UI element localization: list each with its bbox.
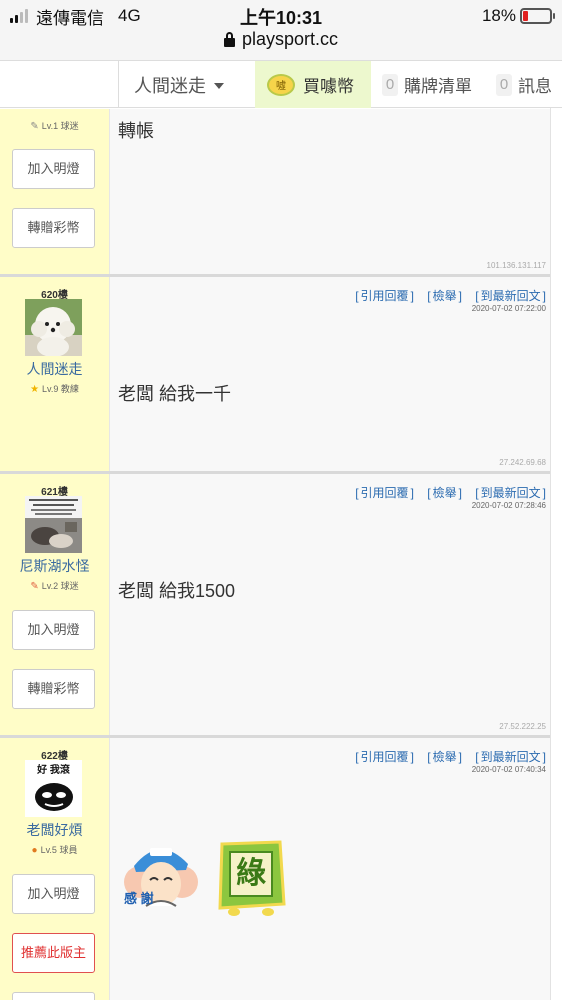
caret-down-icon — [214, 82, 224, 89]
quote-reply-link[interactable]: 引用回覆 — [361, 486, 409, 500]
user-level: ✎ Lv.1 球迷 — [30, 121, 79, 132]
top-nav: 人間迷走 噓 買噱幣 0 購牌清單 0 訊息 — [0, 60, 562, 108]
avatar[interactable] — [25, 496, 82, 553]
avatar[interactable]: 好 我滾 — [25, 760, 82, 817]
nav-divider — [118, 61, 119, 108]
order-count-badge: 0 — [382, 73, 398, 96]
post-sidebar: 622樓 好 我滾 老闆好煩 ● Lv.5 球員 加入明燈 推薦此版主 — [0, 738, 109, 1000]
user-level: ✎ Lv.2 球迷 — [30, 581, 79, 592]
user-level: ● Lv.5 球員 — [31, 845, 78, 856]
post-body: [引用回覆] [檢舉] [到最新回文] 2020-07-02 07:22:00 … — [109, 277, 550, 471]
order-list-tab[interactable]: 0 購牌清單 — [382, 61, 472, 108]
gift-coin-button[interactable]: 轉贈彩幣 — [12, 208, 95, 248]
post-actions: [引用回覆] [檢舉] [到最新回文] — [355, 486, 546, 500]
scroll-gutter — [550, 108, 562, 1000]
report-link[interactable]: 檢舉 — [433, 486, 457, 500]
order-list-label: 購牌清單 — [404, 77, 472, 96]
user-level: ★ Lv.9 教練 — [30, 384, 79, 395]
status-bar: 遠傳電信 4G 上午10:31 18% playsport.cc — [0, 0, 562, 60]
latest-reply-link[interactable]: 到最新回文 — [481, 486, 541, 500]
post-item: 621樓 尼斯湖水怪 ✎ Lv.2 球迷 加入明燈 轉贈彩幣 [引用回覆] [檢舉… — [0, 474, 550, 738]
lock-icon — [223, 31, 235, 47]
post-ip: 101.136.131.117 — [486, 261, 546, 270]
latest-reply-link[interactable]: 到最新回文 — [481, 750, 541, 764]
post-time: 2020-07-02 07:28:46 — [471, 501, 546, 510]
quote-reply-link[interactable]: 引用回覆 — [361, 289, 409, 303]
clock: 上午10:31 — [239, 8, 323, 28]
add-beacon-button[interactable]: 加入明燈 — [12, 874, 95, 914]
post-item: ✎ Lv.1 球迷 加入明燈 轉贈彩幣 轉帳 101.136.131.117 — [0, 109, 550, 277]
battery-icon — [520, 8, 555, 24]
green-sticker: 綠 — [214, 838, 288, 920]
latest-reply-link[interactable]: 到最新回文 — [481, 289, 541, 303]
post-sidebar: 621樓 尼斯湖水怪 ✎ Lv.2 球迷 加入明燈 轉贈彩幣 — [0, 474, 109, 735]
gift-coin-button[interactable]: 轉贈彩幣 — [12, 669, 95, 709]
post-body: [引用回覆] [檢舉] [到最新回文] 2020-07-02 07:40:34 … — [109, 738, 550, 1000]
message-count-badge: 0 — [496, 73, 512, 96]
more-button[interactable] — [12, 992, 95, 1000]
recommend-moderator-button[interactable]: 推薦此版主 — [12, 933, 95, 973]
user-menu-button[interactable]: 人間迷走 — [134, 61, 224, 108]
post-content: 老闆 給我一千 — [118, 384, 232, 404]
user-name: 人間迷走 — [134, 75, 206, 96]
avatar[interactable] — [25, 299, 82, 356]
post-actions: [引用回覆] [檢舉] [到最新回文] — [355, 289, 546, 303]
post-body: 轉帳 101.136.131.117 — [109, 109, 550, 274]
post-ip: 27.242.69.68 — [499, 458, 546, 467]
author-name[interactable]: 人間迷走 — [0, 359, 109, 379]
post-sidebar: ✎ Lv.1 球迷 加入明燈 轉贈彩幣 — [0, 109, 109, 274]
post-body: [引用回覆] [檢舉] [到最新回文] 2020-07-02 07:28:46 … — [109, 474, 550, 735]
post-item: 620樓 人間迷走 ★ Lv.9 教練 [引用回覆] [檢舉] [到最新回文] 2… — [0, 277, 550, 474]
post-content: 老闆 給我1500 — [118, 581, 236, 601]
post-time: 2020-07-02 07:22:00 — [471, 304, 546, 313]
post-time: 2020-07-02 07:40:34 — [471, 765, 546, 774]
buy-coin-button[interactable]: 噓 買噱幣 — [255, 61, 371, 108]
add-beacon-button[interactable]: 加入明燈 — [12, 610, 95, 650]
pencil-icon: ✎ — [30, 121, 39, 132]
url-text: playsport.cc — [241, 29, 339, 49]
post-actions: [引用回覆] [檢舉] [到最新回文] — [355, 750, 546, 764]
report-link[interactable]: 檢舉 — [433, 289, 457, 303]
pencil-icon: ✎ — [30, 581, 39, 592]
author-name[interactable]: 老闆好煩 — [0, 820, 109, 840]
author-name[interactable]: 尼斯湖水怪 — [0, 556, 109, 576]
post-content: 轉帳 — [118, 121, 154, 141]
post-item: 622樓 好 我滾 老闆好煩 ● Lv.5 球員 加入明燈 推薦此版主 [引用回覆… — [0, 738, 550, 1000]
address-bar[interactable]: playsport.cc — [0, 29, 562, 50]
helmet-icon: ● — [31, 845, 38, 856]
post-ip: 27.52.222.25 — [499, 722, 546, 731]
report-link[interactable]: 檢舉 — [433, 750, 457, 764]
battery-percent: 18% — [481, 6, 516, 25]
coin-icon: 噓 — [267, 73, 295, 96]
thanks-sticker: 感 謝 — [120, 838, 202, 920]
quote-reply-link[interactable]: 引用回覆 — [361, 750, 409, 764]
battery-status: 18% — [481, 6, 555, 26]
messages-label: 訊息 — [518, 77, 552, 96]
messages-tab[interactable]: 0 訊息 — [496, 61, 552, 108]
star-icon: ★ — [30, 384, 40, 395]
post-sidebar: 620樓 人間迷走 ★ Lv.9 教練 — [0, 277, 109, 471]
add-beacon-button[interactable]: 加入明燈 — [12, 149, 95, 189]
buy-coin-label: 買噱幣 — [303, 77, 354, 96]
